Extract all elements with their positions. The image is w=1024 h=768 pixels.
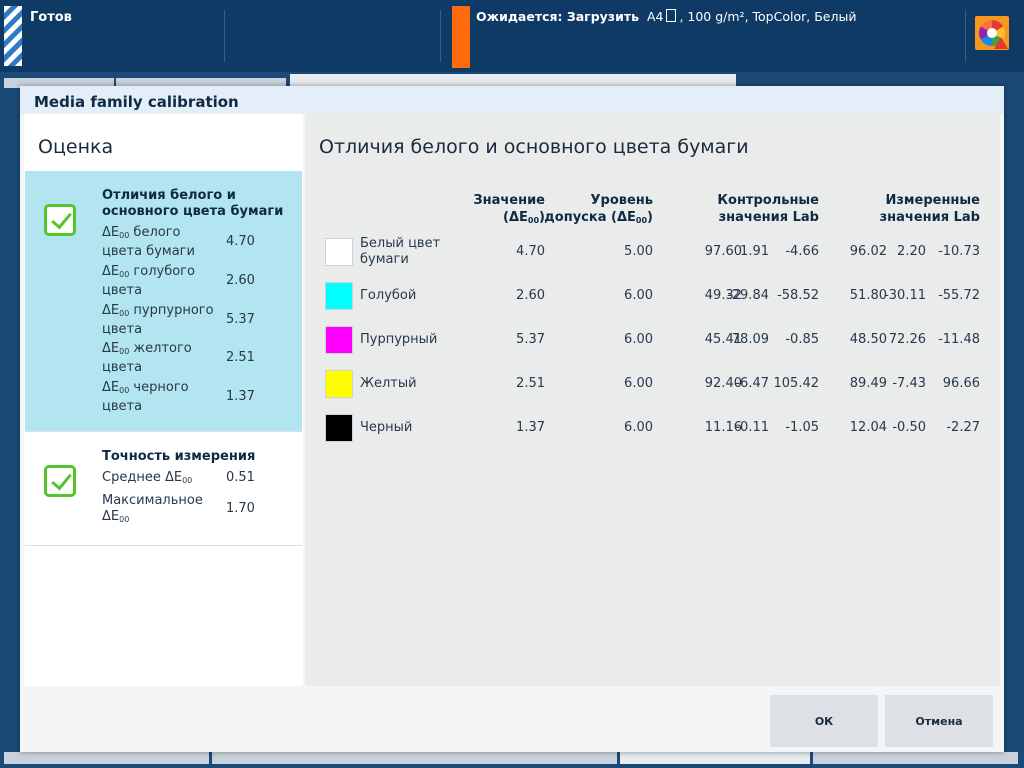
color-swatch-yellow: [325, 370, 353, 398]
reference-lab-b: -1.05: [785, 420, 819, 435]
divider: [440, 10, 441, 62]
color-warning-icon[interactable]: [975, 16, 1009, 50]
tolerance-value: 5.00: [624, 244, 653, 259]
job-paper-size: A4: [646, 9, 664, 24]
delta-e-value: 2.51: [516, 376, 545, 391]
dialog-title: Media family calibration: [20, 86, 1004, 114]
card-title: Отличия белого и основного цвета бумаги: [102, 188, 284, 219]
delta-e-value: 2.60: [516, 288, 545, 303]
divider: [965, 10, 966, 62]
background-panel: [813, 752, 1018, 764]
job-paper-details: , 100 g/m², TopColor, Белый: [679, 9, 857, 24]
ok-button[interactable]: ОК: [770, 695, 878, 747]
delta-e-value: 5.37: [516, 332, 545, 347]
card-title: Точность измерения: [102, 449, 256, 464]
color-name: Белый цвет бумаги: [360, 236, 441, 267]
metric-label-white: ΔE00 белого цвета бумаги: [102, 225, 195, 259]
metric-value-maximum: 1.70: [226, 501, 255, 516]
column-header-measured-lab: Измеренные значения Lab: [879, 193, 980, 225]
color-name: Черный: [360, 420, 413, 435]
metric-label-black: ΔE00 черного цвета: [102, 380, 189, 414]
reference-lab-a: -6.47: [735, 376, 769, 391]
metric-value-white: 4.70: [226, 234, 255, 249]
color-swatch-black: [325, 414, 353, 442]
printer-status-text: Готов: [30, 10, 72, 25]
color-swatch-cyan: [325, 282, 353, 310]
evaluation-title: Оценка: [38, 136, 114, 158]
color-name: Голубой: [360, 288, 417, 303]
reference-lab-a: 1.91: [740, 244, 769, 259]
warning-triangle-icon: [994, 37, 1008, 49]
reference-lab-b: -4.66: [785, 244, 819, 259]
metric-value-magenta: 5.37: [226, 312, 255, 327]
measured-lab-a: -0.50: [892, 420, 926, 435]
reference-lab-a: -0.11: [735, 420, 769, 435]
column-header-tolerance: Уровень допуска (ΔE00): [544, 193, 653, 225]
metric-label-maximum: Максимальное ΔE00: [102, 493, 203, 524]
background-panel: [4, 752, 209, 764]
tolerance-value: 6.00: [624, 332, 653, 347]
color-name: Желтый: [360, 376, 417, 391]
color-swatch-white: [325, 238, 353, 266]
document-icon: [666, 9, 677, 22]
metric-label-average: Среднее ΔE00: [102, 470, 193, 485]
details-title: Отличия белого и основного цвета бумаги: [319, 136, 749, 158]
job-attention-indicator: [452, 6, 470, 68]
column-header-value: Значение (ΔE00): [473, 193, 545, 225]
reference-lab-a: 78.09: [731, 332, 769, 347]
top-status-bar: Готов Ожидается: Загрузить A4 , 100 g/m²,…: [0, 0, 1024, 72]
measured-lab-b: -55.72: [938, 288, 980, 303]
reference-lab-b: -58.52: [777, 288, 819, 303]
cancel-button[interactable]: Отмена: [885, 695, 993, 747]
metric-value-cyan: 2.60: [226, 273, 255, 288]
divider: [224, 10, 225, 62]
dialog-footer: ОК Отмена: [24, 688, 1000, 750]
metric-value-black: 1.37: [226, 389, 255, 404]
measured-lab-b: -2.27: [946, 420, 980, 435]
color-swatch-magenta: [325, 326, 353, 354]
measured-lab-b: -10.73: [938, 244, 980, 259]
evaluation-panel: Оценка Отличия белого и основного цвета …: [24, 114, 303, 686]
reference-lab-b: -0.85: [785, 332, 819, 347]
check-icon: [44, 465, 76, 497]
measurement-accuracy-card[interactable]: Точность измерения Среднее ΔE00 0.51 Мак…: [25, 432, 302, 546]
ready-status-indicator: [4, 6, 22, 66]
metric-label-magenta: ΔE00 пурпурного цвета: [102, 303, 214, 337]
check-icon: [44, 204, 76, 236]
background-panel: [212, 752, 617, 764]
tolerance-value: 6.00: [624, 376, 653, 391]
measured-lab-a: -30.11: [884, 288, 926, 303]
color-name: Пурпурный: [360, 332, 438, 347]
measured-lab-b: -11.48: [938, 332, 980, 347]
details-panel: Отличия белого и основного цвета бумаги …: [305, 114, 1000, 686]
delta-e-value: 4.70: [516, 244, 545, 259]
paper-color-difference-card[interactable]: Отличия белого и основного цвета бумаги …: [25, 171, 302, 432]
measured-lab-a: 2.20: [897, 244, 926, 259]
metric-label-cyan: ΔE00 голубого цвета: [102, 264, 195, 298]
job-status-label: Ожидается: Загрузить: [476, 9, 639, 24]
tolerance-value: 6.00: [624, 420, 653, 435]
media-family-calibration-dialog: Media family calibration Оценка Отличия …: [20, 86, 1004, 752]
metric-label-yellow: ΔE00 желтого цвета: [102, 341, 192, 375]
metric-value-yellow: 2.51: [226, 350, 255, 365]
delta-e-value: 1.37: [516, 420, 545, 435]
reference-lab-a: -29.84: [727, 288, 769, 303]
measured-lab-a: -7.43: [892, 376, 926, 391]
metric-value-average: 0.51: [226, 470, 255, 485]
tolerance-value: 6.00: [624, 288, 653, 303]
job-status[interactable]: Ожидается: Загрузить A4 , 100 g/m², TopCo…: [476, 9, 856, 24]
background-panel: [620, 752, 810, 764]
measured-lab-a: 72.26: [888, 332, 926, 347]
reference-lab-b: 105.42: [773, 376, 820, 391]
column-header-reference-lab: Контрольные значения Lab: [717, 193, 819, 225]
measured-lab-b: 96.66: [942, 376, 980, 391]
